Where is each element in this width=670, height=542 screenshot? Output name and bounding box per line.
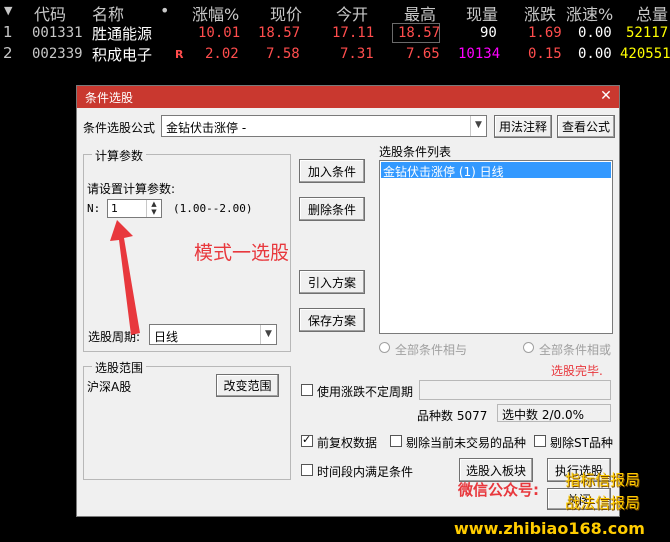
watermark-brand-2: 战法信报局 xyxy=(565,494,641,512)
annotation-arrow xyxy=(110,220,140,335)
arrow-icon xyxy=(110,220,140,335)
watermark-url: www.zhibiao168.com xyxy=(454,519,645,538)
watermark-brand-1: 指标信报局 xyxy=(565,471,641,489)
watermark-wechat: 微信公众号: xyxy=(458,481,539,499)
annotation-text: 模式一选股 xyxy=(194,242,290,264)
